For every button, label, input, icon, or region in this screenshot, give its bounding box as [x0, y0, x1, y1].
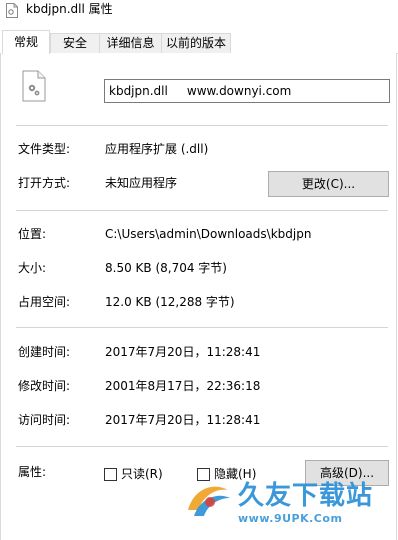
location-label: 位置:	[18, 227, 47, 241]
created-value: 2017年7月20日，11:28:41	[105, 345, 261, 359]
file-name-input[interactable]	[104, 79, 390, 103]
tab-previous-versions[interactable]: 以前的版本	[161, 33, 231, 53]
size-value: 8.50 KB (8,704 字节)	[105, 261, 227, 275]
separator-4	[16, 446, 388, 447]
modified-value: 2001年8月17日，22:36:18	[105, 379, 261, 393]
change-button[interactable]: 更改(C)...	[268, 171, 389, 197]
tab-general[interactable]: 常规	[2, 30, 50, 54]
accessed-label: 访问时间:	[18, 413, 71, 427]
tab-details[interactable]: 详细信息	[99, 33, 162, 53]
watermark-brand: 久友下载站	[238, 481, 374, 511]
file-type-value: 应用程序扩展 (.dll)	[105, 142, 209, 156]
dll-file-gear-icon	[22, 70, 46, 102]
location-value: C:\Users\admin\Downloads\kbdjpn	[105, 227, 312, 241]
attributes-label: 属性:	[18, 465, 47, 479]
tab-strip: 常规 安全 详细信息 以前的版本	[0, 30, 398, 54]
tab-security[interactable]: 安全	[50, 33, 100, 53]
separator-1	[16, 125, 388, 126]
size-on-disk-value: 12.0 KB (12,288 字节)	[105, 295, 235, 309]
title-bar: kbdjpn.dll 属性	[0, 0, 398, 24]
size-label: 大小:	[18, 261, 47, 275]
modified-label: 修改时间:	[18, 379, 71, 393]
created-label: 创建时间:	[18, 345, 71, 359]
separator-2	[16, 210, 388, 211]
size-on-disk-label: 占用空间:	[18, 295, 71, 309]
accessed-value: 2017年7月20日，11:28:41	[105, 413, 261, 427]
opens-with-label: 打开方式:	[18, 176, 71, 190]
watermark-logo-icon	[188, 486, 230, 516]
file-type-label: 文件类型:	[18, 142, 71, 156]
separator-3	[16, 327, 388, 328]
opens-with-value: 未知应用程序	[105, 176, 178, 190]
readonly-checkbox[interactable]	[104, 468, 117, 481]
readonly-label[interactable]: 只读(R)	[121, 466, 163, 482]
dll-file-icon	[6, 3, 18, 18]
window-title: kbdjpn.dll 属性	[26, 2, 113, 16]
watermark-url: www.9UPK.Com	[238, 512, 343, 525]
